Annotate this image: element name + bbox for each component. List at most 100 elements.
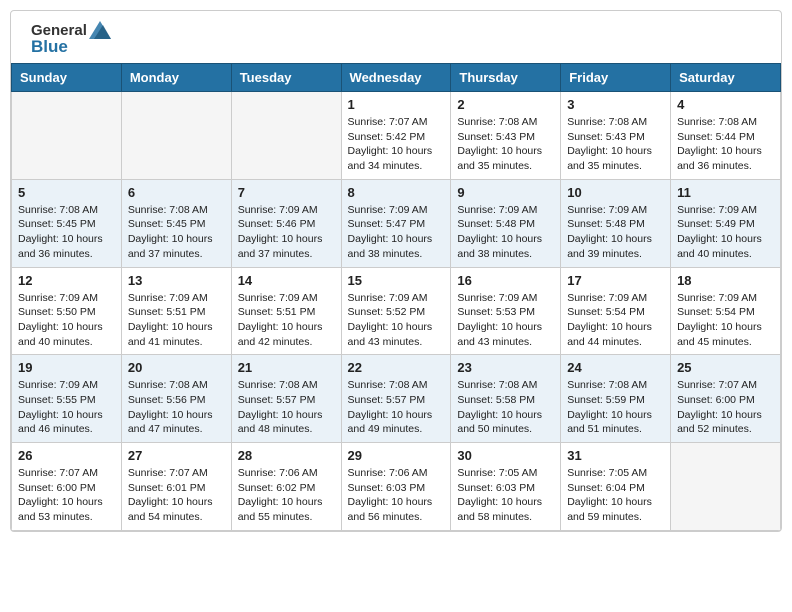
day-info: Sunrise: 7:09 AMSunset: 5:49 PMDaylight:… bbox=[677, 203, 774, 262]
day-cell-8: 8Sunrise: 7:09 AMSunset: 5:47 PMDaylight… bbox=[341, 179, 451, 267]
day-info: Sunrise: 7:08 AMSunset: 5:45 PMDaylight:… bbox=[128, 203, 225, 262]
day-cell-17: 17Sunrise: 7:09 AMSunset: 5:54 PMDayligh… bbox=[561, 267, 671, 355]
day-number: 22 bbox=[348, 360, 445, 375]
empty-cell bbox=[671, 443, 781, 531]
day-info: Sunrise: 7:09 AMSunset: 5:48 PMDaylight:… bbox=[567, 203, 664, 262]
day-info: Sunrise: 7:07 AMSunset: 6:00 PMDaylight:… bbox=[18, 466, 115, 525]
day-info: Sunrise: 7:09 AMSunset: 5:51 PMDaylight:… bbox=[128, 291, 225, 350]
day-info: Sunrise: 7:09 AMSunset: 5:48 PMDaylight:… bbox=[457, 203, 554, 262]
day-cell-25: 25 Sunrise: 7:07 AMSunset: 6:00 PMDayligh… bbox=[671, 355, 781, 443]
day-number: 1 bbox=[348, 97, 445, 112]
day-cell-18: 18 Sunrise: 7:09 AMSunset: 5:54 PMDayligh… bbox=[671, 267, 781, 355]
empty-cell bbox=[121, 92, 231, 180]
day-number: 21 bbox=[238, 360, 335, 375]
day-number: 9 bbox=[457, 185, 554, 200]
day-cell-28: 28 Sunrise: 7:06 AMSunset: 6:02 PMDayligh… bbox=[231, 443, 341, 531]
day-number: 28 bbox=[238, 448, 335, 463]
day-cell-6: 6 Sunrise: 7:08 AMSunset: 5:45 PMDaylight… bbox=[121, 179, 231, 267]
day-cell-31: 31Sunrise: 7:05 AMSunset: 6:04 PMDayligh… bbox=[561, 443, 671, 531]
logo-icon bbox=[89, 21, 111, 39]
day-number: 26 bbox=[18, 448, 115, 463]
day-cell-30: 30 Sunrise: 7:05 AMSunset: 6:03 PMDayligh… bbox=[451, 443, 561, 531]
day-info: Sunrise: 7:08 AMSunset: 5:44 PMDaylight:… bbox=[677, 115, 774, 174]
day-info: Sunrise: 7:09 AMSunset: 5:51 PMDaylight:… bbox=[238, 291, 335, 350]
week-row-5: 26 Sunrise: 7:07 AMSunset: 6:00 PMDayligh… bbox=[12, 443, 781, 531]
day-number: 17 bbox=[567, 273, 664, 288]
day-cell-4: 4 Sunrise: 7:08 AMSunset: 5:44 PMDaylight… bbox=[671, 92, 781, 180]
day-info: Sunrise: 7:07 AMSunset: 6:00 PMDaylight:… bbox=[677, 378, 774, 437]
day-info: Sunrise: 7:09 AMSunset: 5:46 PMDaylight:… bbox=[238, 203, 335, 262]
day-info: Sunrise: 7:08 AMSunset: 5:57 PMDaylight:… bbox=[348, 378, 445, 437]
day-info: Sunrise: 7:06 AMSunset: 6:02 PMDaylight:… bbox=[238, 466, 335, 525]
weekday-header-tuesday: Tuesday bbox=[231, 64, 341, 92]
day-info: Sunrise: 7:08 AMSunset: 5:45 PMDaylight:… bbox=[18, 203, 115, 262]
day-cell-2: 2Sunrise: 7:08 AMSunset: 5:43 PMDaylight… bbox=[451, 92, 561, 180]
day-cell-7: 7 Sunrise: 7:09 AMSunset: 5:46 PMDaylight… bbox=[231, 179, 341, 267]
day-cell-20: 20 Sunrise: 7:08 AMSunset: 5:56 PMDayligh… bbox=[121, 355, 231, 443]
day-number: 5 bbox=[18, 185, 115, 200]
empty-cell bbox=[231, 92, 341, 180]
day-info: Sunrise: 7:08 AMSunset: 5:58 PMDaylight:… bbox=[457, 378, 554, 437]
weekday-header-wednesday: Wednesday bbox=[341, 64, 451, 92]
day-cell-22: 22 Sunrise: 7:08 AMSunset: 5:57 PMDayligh… bbox=[341, 355, 451, 443]
day-info: Sunrise: 7:08 AMSunset: 5:43 PMDaylight:… bbox=[457, 115, 554, 174]
weekday-header-monday: Monday bbox=[121, 64, 231, 92]
day-info: Sunrise: 7:09 AMSunset: 5:47 PMDaylight:… bbox=[348, 203, 445, 262]
calendar-container: General Blue SundayMondayTuesdayWednesda… bbox=[10, 10, 782, 532]
day-number: 18 bbox=[677, 273, 774, 288]
day-info: Sunrise: 7:09 AMSunset: 5:50 PMDaylight:… bbox=[18, 291, 115, 350]
day-number: 13 bbox=[128, 273, 225, 288]
logo-blue-text: Blue bbox=[31, 37, 68, 57]
day-info: Sunrise: 7:09 AMSunset: 5:53 PMDaylight:… bbox=[457, 291, 554, 350]
day-cell-23: 23Sunrise: 7:08 AMSunset: 5:58 PMDayligh… bbox=[451, 355, 561, 443]
day-info: Sunrise: 7:06 AMSunset: 6:03 PMDaylight:… bbox=[348, 466, 445, 525]
day-cell-11: 11Sunrise: 7:09 AMSunset: 5:49 PMDayligh… bbox=[671, 179, 781, 267]
day-info: Sunrise: 7:09 AMSunset: 5:55 PMDaylight:… bbox=[18, 378, 115, 437]
day-cell-12: 12 Sunrise: 7:09 AMSunset: 5:50 PMDayligh… bbox=[12, 267, 122, 355]
logo-general-text: General bbox=[31, 22, 87, 39]
day-number: 19 bbox=[18, 360, 115, 375]
weekday-header-saturday: Saturday bbox=[671, 64, 781, 92]
day-cell-14: 14 Sunrise: 7:09 AMSunset: 5:51 PMDayligh… bbox=[231, 267, 341, 355]
day-cell-10: 10 Sunrise: 7:09 AMSunset: 5:48 PMDayligh… bbox=[561, 179, 671, 267]
day-cell-13: 13 Sunrise: 7:09 AMSunset: 5:51 PMDayligh… bbox=[121, 267, 231, 355]
day-info: Sunrise: 7:09 AMSunset: 5:54 PMDaylight:… bbox=[677, 291, 774, 350]
day-cell-27: 27Sunrise: 7:07 AMSunset: 6:01 PMDayligh… bbox=[121, 443, 231, 531]
day-number: 3 bbox=[567, 97, 664, 112]
day-cell-26: 26 Sunrise: 7:07 AMSunset: 6:00 PMDayligh… bbox=[12, 443, 122, 531]
week-row-3: 12 Sunrise: 7:09 AMSunset: 5:50 PMDayligh… bbox=[12, 267, 781, 355]
weekday-header-sunday: Sunday bbox=[12, 64, 122, 92]
day-cell-29: 29Sunrise: 7:06 AMSunset: 6:03 PMDayligh… bbox=[341, 443, 451, 531]
day-info: Sunrise: 7:08 AMSunset: 5:56 PMDaylight:… bbox=[128, 378, 225, 437]
header: General Blue bbox=[11, 11, 781, 63]
day-number: 6 bbox=[128, 185, 225, 200]
day-cell-9: 9 Sunrise: 7:09 AMSunset: 5:48 PMDaylight… bbox=[451, 179, 561, 267]
day-number: 25 bbox=[677, 360, 774, 375]
day-number: 4 bbox=[677, 97, 774, 112]
day-info: Sunrise: 7:08 AMSunset: 5:43 PMDaylight:… bbox=[567, 115, 664, 174]
day-number: 16 bbox=[457, 273, 554, 288]
day-number: 30 bbox=[457, 448, 554, 463]
empty-cell bbox=[12, 92, 122, 180]
day-cell-5: 5 Sunrise: 7:08 AMSunset: 5:45 PMDaylight… bbox=[12, 179, 122, 267]
day-number: 20 bbox=[128, 360, 225, 375]
day-number: 31 bbox=[567, 448, 664, 463]
weekday-header-friday: Friday bbox=[561, 64, 671, 92]
day-cell-24: 24 Sunrise: 7:08 AMSunset: 5:59 PMDayligh… bbox=[561, 355, 671, 443]
day-cell-21: 21 Sunrise: 7:08 AMSunset: 5:57 PMDayligh… bbox=[231, 355, 341, 443]
day-number: 24 bbox=[567, 360, 664, 375]
day-info: Sunrise: 7:07 AMSunset: 6:01 PMDaylight:… bbox=[128, 466, 225, 525]
day-cell-19: 19 Sunrise: 7:09 AMSunset: 5:55 PMDayligh… bbox=[12, 355, 122, 443]
day-info: Sunrise: 7:07 AMSunset: 5:42 PMDaylight:… bbox=[348, 115, 445, 174]
day-info: Sunrise: 7:08 AMSunset: 5:59 PMDaylight:… bbox=[567, 378, 664, 437]
day-info: Sunrise: 7:09 AMSunset: 5:52 PMDaylight:… bbox=[348, 291, 445, 350]
day-number: 12 bbox=[18, 273, 115, 288]
day-number: 10 bbox=[567, 185, 664, 200]
week-row-1: 1 Sunrise: 7:07 AMSunset: 5:42 PMDaylight… bbox=[12, 92, 781, 180]
day-number: 7 bbox=[238, 185, 335, 200]
weekday-header-thursday: Thursday bbox=[451, 64, 561, 92]
calendar-table: SundayMondayTuesdayWednesdayThursdayFrid… bbox=[11, 63, 781, 531]
day-number: 14 bbox=[238, 273, 335, 288]
day-info: Sunrise: 7:05 AMSunset: 6:03 PMDaylight:… bbox=[457, 466, 554, 525]
day-info: Sunrise: 7:08 AMSunset: 5:57 PMDaylight:… bbox=[238, 378, 335, 437]
